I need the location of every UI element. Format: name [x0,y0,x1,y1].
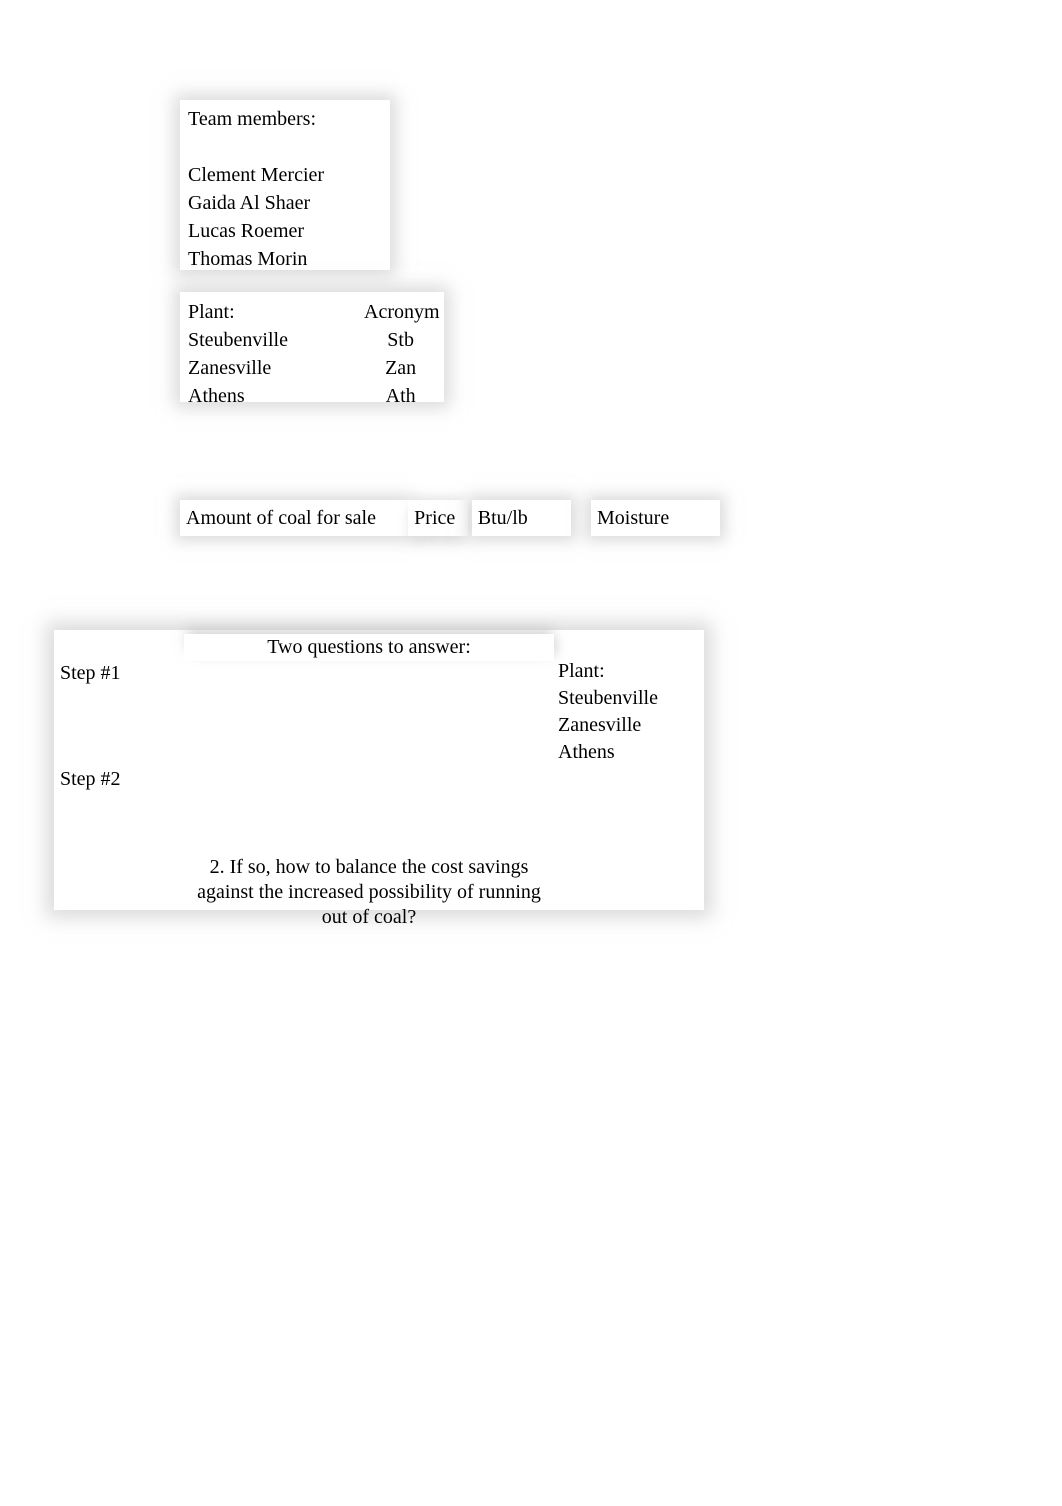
plant-header-label: Plant: [188,298,364,326]
plant-table-row: Steubenville Stb [188,326,434,354]
question-2-text: 2. If so, how to balance the cost saving… [184,855,554,930]
plant-table-row: Zanesville Zan [188,354,434,382]
coal-header-price: Price [408,500,468,536]
plant-acronym-cell: Zan [367,354,434,382]
coal-header-btu: Btu/lb [472,500,571,536]
step-2-label: Step #2 [60,768,121,791]
plant-list-item: Athens [558,739,698,766]
coal-header-amount: Amount of coal for sale [180,500,408,536]
plant-list: Plant: Steubenville Zanesville Athens [558,658,698,766]
plant-acronym-box: Plant: Acronym Steubenville Stb Zanesvil… [180,292,444,402]
plant-table-row: Athens Ath [188,382,434,410]
team-members-heading: Team members: [188,108,382,131]
steps-questions-block: Two questions to answer: Step #1 Plant: … [54,630,704,910]
acronym-header-label: Acronym [364,298,434,326]
plant-name-cell: Athens [188,382,367,410]
plant-list-item: Steubenville [558,685,698,712]
plant-table-header: Plant: Acronym [188,298,434,326]
team-member: Thomas Morin [188,245,382,273]
step-1-label: Step #1 [60,662,121,685]
team-member: Clement Mercier [188,161,382,189]
team-member: Gaida Al Shaer [188,189,382,217]
plant-name-cell: Zanesville [188,354,367,382]
coal-header-moisture: Moisture [591,500,720,536]
plant-list-heading: Plant: [558,658,698,685]
plant-acronym-cell: Ath [367,382,434,410]
plant-name-cell: Steubenville [188,326,367,354]
questions-title: Two questions to answer: [184,634,554,661]
coal-attributes-header: Amount of coal for sale Price Btu/lb Moi… [180,500,720,536]
team-members-box: Team members: Clement Mercier Gaida Al S… [180,100,390,270]
plant-list-item: Zanesville [558,712,698,739]
team-member: Lucas Roemer [188,217,382,245]
plant-acronym-cell: Stb [367,326,434,354]
